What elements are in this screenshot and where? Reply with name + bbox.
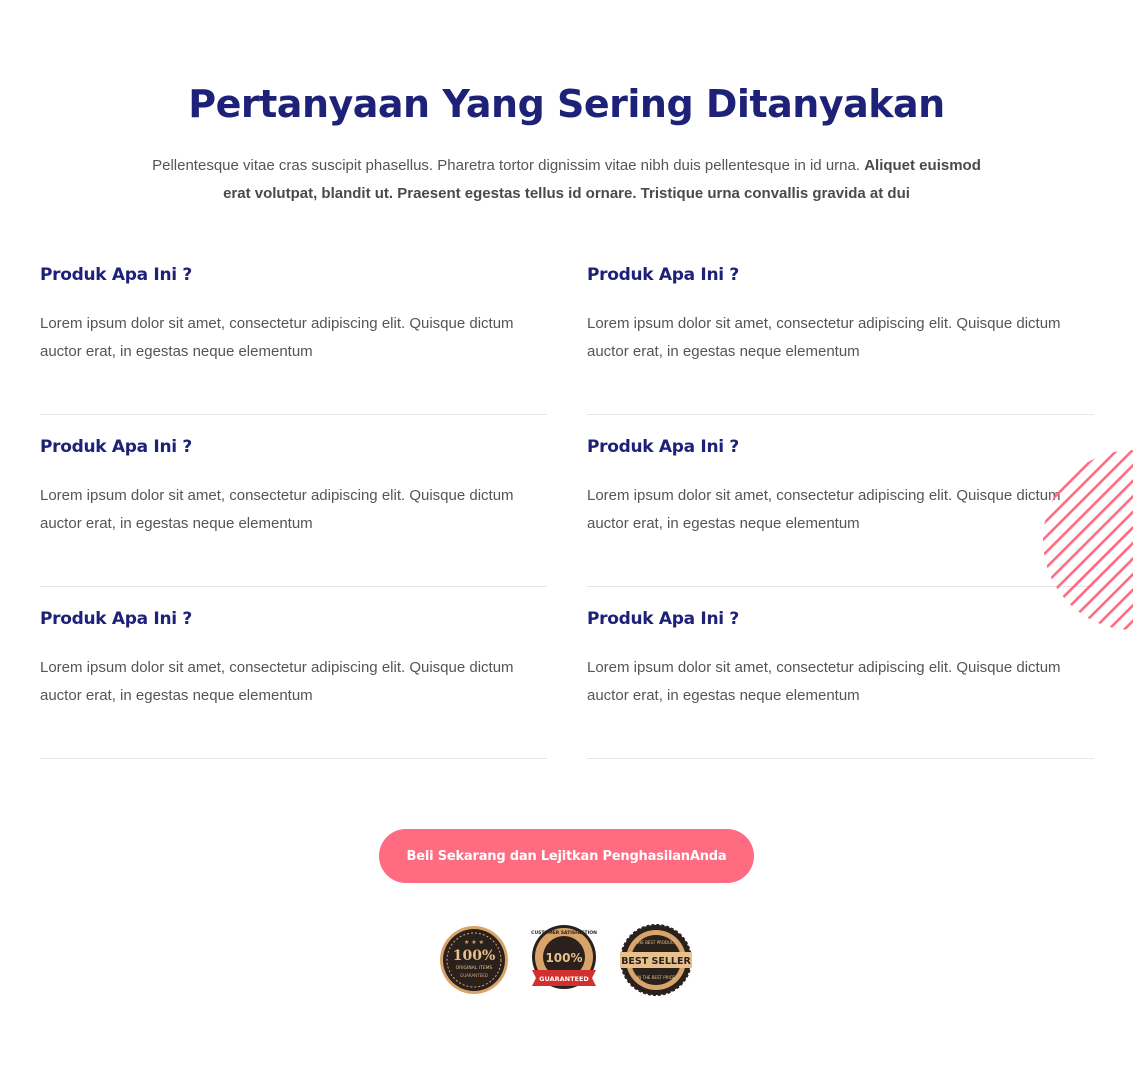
faq-item: Produk Apa Ini ? Lorem ipsum dolor sit a… xyxy=(40,587,547,759)
badge-text: IN THE BEST PRICE xyxy=(637,975,675,980)
page-title: Pertanyaan Yang Sering Ditanyakan xyxy=(188,82,945,126)
faq-item: Produk Apa Ini ? Lorem ipsum dolor sit a… xyxy=(40,243,547,415)
faq-answer: Lorem ipsum dolor sit amet, consectetur … xyxy=(587,315,1061,360)
svg-text:★ ★ ★: ★ ★ ★ xyxy=(464,939,484,946)
badge-text: CUSTOMER SATISFACTION xyxy=(531,930,597,936)
buy-now-button[interactable]: Beli Sekarang dan Lejitkan PenghasilanAn… xyxy=(379,829,754,883)
stripe-circle-decoration-icon xyxy=(1043,450,1133,630)
faq-item: Produk Apa Ini ? Lorem ipsum dolor sit a… xyxy=(40,415,547,587)
satisfaction-guaranteed-badge-icon: CUSTOMER SATISFACTION 100% GUARANTEED xyxy=(531,925,597,989)
faq-answer: Lorem ipsum dolor sit amet, consectetur … xyxy=(587,487,1061,532)
faq-question: Produk Apa Ini ? xyxy=(587,609,739,629)
badge-text: 100% xyxy=(545,951,582,965)
badge-text: GUARANTEED xyxy=(539,975,589,983)
badge-text: ORIGINAL ITEMS xyxy=(456,965,493,971)
faq-answer: Lorem ipsum dolor sit amet, consectetur … xyxy=(40,487,514,532)
best-seller-badge-icon: THE BEST PRODUCT BEST SELLER IN THE BEST… xyxy=(620,924,692,996)
faq-question: Produk Apa Ini ? xyxy=(587,437,739,457)
badge-text: BEST SELLER xyxy=(621,956,691,967)
faq-question: Produk Apa Ini ? xyxy=(40,609,192,629)
faq-item: Produk Apa Ini ? Lorem ipsum dolor sit a… xyxy=(587,243,1094,415)
faq-item: Produk Apa Ini ? Lorem ipsum dolor sit a… xyxy=(587,415,1094,587)
badge-text: THE BEST PRODUCT xyxy=(635,940,677,945)
faq-item: Produk Apa Ini ? Lorem ipsum dolor sit a… xyxy=(587,587,1094,759)
faq-divider xyxy=(587,758,1094,759)
faq-question: Produk Apa Ini ? xyxy=(40,437,192,457)
faq-answer: Lorem ipsum dolor sit amet, consectetur … xyxy=(40,315,514,360)
faq-answer: Lorem ipsum dolor sit amet, consectetur … xyxy=(40,659,514,704)
faq-question: Produk Apa Ini ? xyxy=(40,265,192,285)
faq-divider xyxy=(40,758,547,759)
badge-text: GUARANTEED xyxy=(460,973,488,978)
badge-text: 100% xyxy=(453,948,496,964)
intro-regular: Pellentesque vitae cras suscipit phasell… xyxy=(152,157,861,174)
faq-answer: Lorem ipsum dolor sit amet, consectetur … xyxy=(587,659,1061,704)
intro-text: Pellentesque vitae cras suscipit phasell… xyxy=(140,152,993,208)
faq-question: Produk Apa Ini ? xyxy=(587,265,739,285)
trust-badges: ★ ★ ★ 100% ORIGINAL ITEMS GUARANTEED CUS… xyxy=(438,924,698,996)
original-items-badge-icon: ★ ★ ★ 100% ORIGINAL ITEMS GUARANTEED xyxy=(440,926,508,994)
